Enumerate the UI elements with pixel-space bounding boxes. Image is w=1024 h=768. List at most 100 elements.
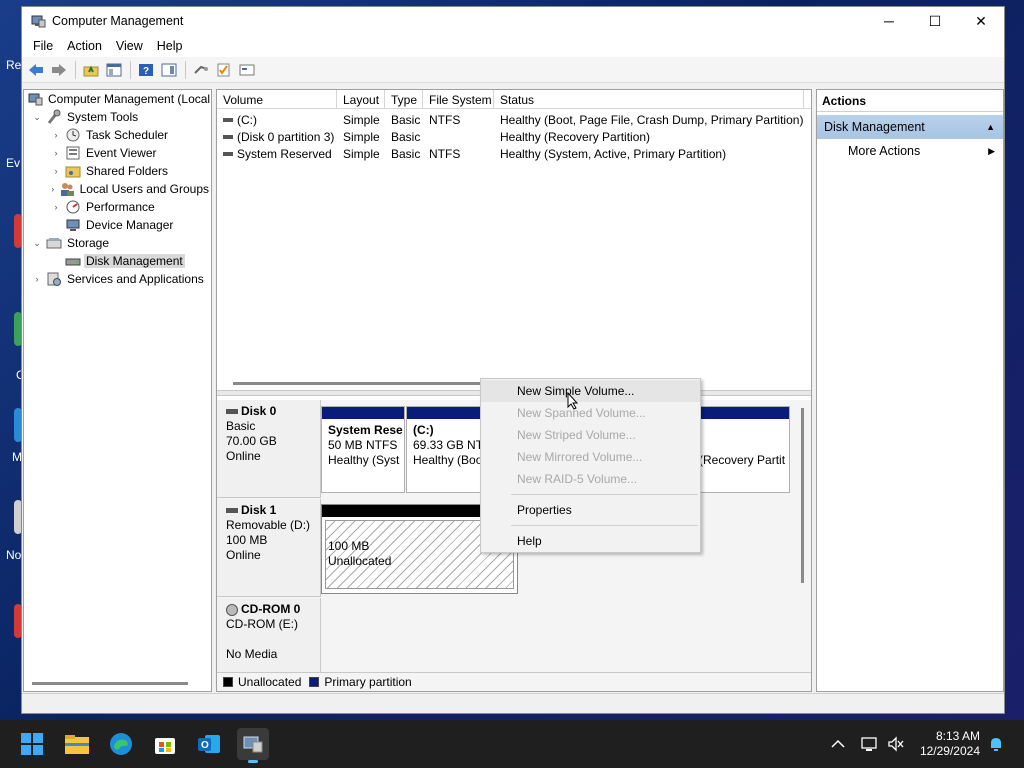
column-header-volume[interactable]: Volume (217, 90, 337, 109)
clock[interactable]: 8:13 AM 12/29/2024 (920, 729, 980, 759)
menu-file[interactable]: File (26, 39, 60, 53)
chevron-right-icon[interactable]: › (31, 274, 43, 284)
menu-new-simple-volume[interactable]: New Simple Volume... (481, 380, 700, 402)
checklist-icon[interactable] (213, 60, 235, 80)
chevron-right-icon[interactable]: › (50, 184, 56, 194)
back-arrow-icon[interactable] (25, 60, 47, 80)
forward-arrow-icon[interactable] (48, 60, 70, 80)
toolbar: ? (22, 57, 1004, 83)
tree-horizontal-scrollbar[interactable] (32, 682, 188, 685)
chevron-right-icon[interactable]: › (50, 130, 62, 140)
chevron-down-icon[interactable]: ⌄ (31, 238, 43, 249)
legend-unallocated: Unallocated (238, 675, 302, 689)
tree-item-event-viewer[interactable]: › Event Viewer (24, 144, 211, 162)
file-explorer-icon[interactable] (61, 728, 93, 760)
column-header-type[interactable]: Type (385, 90, 423, 109)
disk-1-label[interactable]: Disk 1 Removable (D:) 100 MB Online (217, 499, 321, 597)
chevron-up-icon[interactable] (828, 734, 848, 754)
chevron-right-icon[interactable]: › (50, 166, 62, 176)
tree-item-performance[interactable]: › Performance (24, 198, 211, 216)
storage-icon (46, 235, 62, 251)
volume-fs: NTFS (429, 146, 461, 161)
outlook-icon[interactable]: O (193, 728, 225, 760)
volume-row[interactable]: System Reserved Simple Basic NTFS Health… (217, 145, 804, 162)
collapse-up-icon[interactable]: ▲ (986, 122, 995, 132)
show-hide-tree-icon[interactable] (103, 60, 125, 80)
actions-header: Actions (817, 90, 1003, 112)
volume-name: (Disk 0 partition 3) (237, 129, 335, 144)
tree-label: System Tools (67, 110, 139, 124)
tree-item-services-applications[interactable]: › Services and Applications (24, 270, 211, 288)
start-button-icon[interactable] (16, 728, 48, 760)
chevron-down-icon[interactable]: ⌄ (31, 112, 43, 123)
tree-label: Local Users and Groups (79, 182, 209, 196)
partition-recovery-status: (Recovery Partit (699, 453, 786, 467)
tree-item-computer-management[interactable]: Computer Management (Local (24, 90, 211, 108)
desktop-icon-label: Ev (6, 156, 21, 170)
tree-label: Device Manager (86, 218, 174, 232)
disk-state: Online (226, 548, 261, 562)
svg-text:O: O (201, 740, 209, 751)
column-header-layout[interactable]: Layout (337, 90, 385, 109)
desktop-icon-label: No (6, 548, 22, 562)
actions-section-disk-management[interactable]: Disk Management ▲ (817, 115, 1003, 139)
disk-view-scrollbar[interactable] (801, 408, 804, 583)
menu-help[interactable]: Help (481, 530, 700, 552)
volume-type: Basic (391, 112, 421, 127)
column-header-status[interactable]: Status (494, 90, 804, 109)
edge-browser-icon[interactable] (105, 728, 137, 760)
computer-management-icon (30, 13, 46, 29)
desktop-icon-label: Re (6, 58, 22, 72)
tree-label: Task Scheduler (86, 128, 169, 142)
help-icon[interactable]: ? (135, 60, 157, 80)
menu-action[interactable]: Action (60, 39, 109, 53)
chevron-right-icon[interactable]: › (50, 202, 62, 212)
minimize-button[interactable]: ─ (866, 7, 912, 35)
tree-item-device-manager[interactable]: Device Manager (24, 216, 211, 234)
volume-list-scrollbar[interactable] (233, 382, 498, 385)
tree-item-storage[interactable]: ⌄ Storage (24, 234, 211, 252)
disk-type: CD-ROM (E:) (226, 617, 298, 631)
primary-swatch (309, 677, 320, 687)
volume-muted-icon[interactable] (886, 734, 906, 754)
menu-view[interactable]: View (109, 39, 150, 53)
notification-bell-icon[interactable] (986, 734, 1006, 754)
disk-drive-icon (65, 253, 81, 269)
maximize-button[interactable]: ☐ (912, 7, 958, 35)
tree-item-disk-management[interactable]: Disk Management (24, 252, 211, 270)
column-header-file-system[interactable]: File System (423, 90, 494, 109)
close-button[interactable]: ✕ (958, 7, 1004, 35)
microsoft-store-icon[interactable] (149, 728, 181, 760)
partition-status: Healthy (Syst (328, 453, 400, 467)
disk-0-label[interactable]: Disk 0 Basic 70.00 GB Online (217, 400, 321, 498)
volume-name: (C:) (237, 112, 257, 127)
up-folder-icon[interactable] (80, 60, 102, 80)
connect-icon[interactable] (190, 60, 212, 80)
properties-pane-icon[interactable] (158, 60, 180, 80)
tree-item-task-scheduler[interactable]: › Task Scheduler (24, 126, 211, 144)
volume-icon (223, 117, 233, 122)
tree-item-local-users[interactable]: › Local Users and Groups (24, 180, 211, 198)
tree-item-shared-folders[interactable]: › Shared Folders (24, 162, 211, 180)
partition-system-reserved[interactable]: System Rese 50 MB NTFS Healthy (Syst (321, 406, 405, 493)
menu-help[interactable]: Help (150, 39, 190, 53)
menu-properties[interactable]: Properties (481, 499, 700, 521)
menu-separator (511, 494, 698, 495)
tree-label: Disk Management (84, 254, 185, 268)
volume-layout: Simple (343, 146, 380, 161)
chevron-right-icon[interactable]: › (50, 148, 62, 158)
computer-management-taskbar-icon[interactable] (237, 728, 269, 763)
disk-view-icon[interactable] (236, 60, 258, 80)
tree-item-system-tools[interactable]: ⌄ System Tools (24, 108, 211, 126)
cdrom-label[interactable]: CD-ROM 0 CD-ROM (E:) No Media (217, 598, 321, 672)
more-actions-item[interactable]: More Actions ▶ (817, 139, 1003, 163)
volume-row[interactable]: (C:) Simple Basic NTFS Healthy (Boot, Pa… (217, 111, 804, 128)
clock-date: 12/29/2024 (919, 744, 980, 758)
submenu-arrow-icon: ▶ (988, 145, 995, 156)
network-icon[interactable] (860, 734, 880, 754)
volume-row[interactable]: (Disk 0 partition 3) Simple Basic Health… (217, 128, 804, 145)
partition-status: Unallocated (328, 554, 392, 568)
tree-label: Shared Folders (86, 164, 169, 178)
unallocated-swatch (223, 677, 233, 687)
title-bar[interactable]: Computer Management ─ ☐ ✕ (22, 7, 1004, 35)
